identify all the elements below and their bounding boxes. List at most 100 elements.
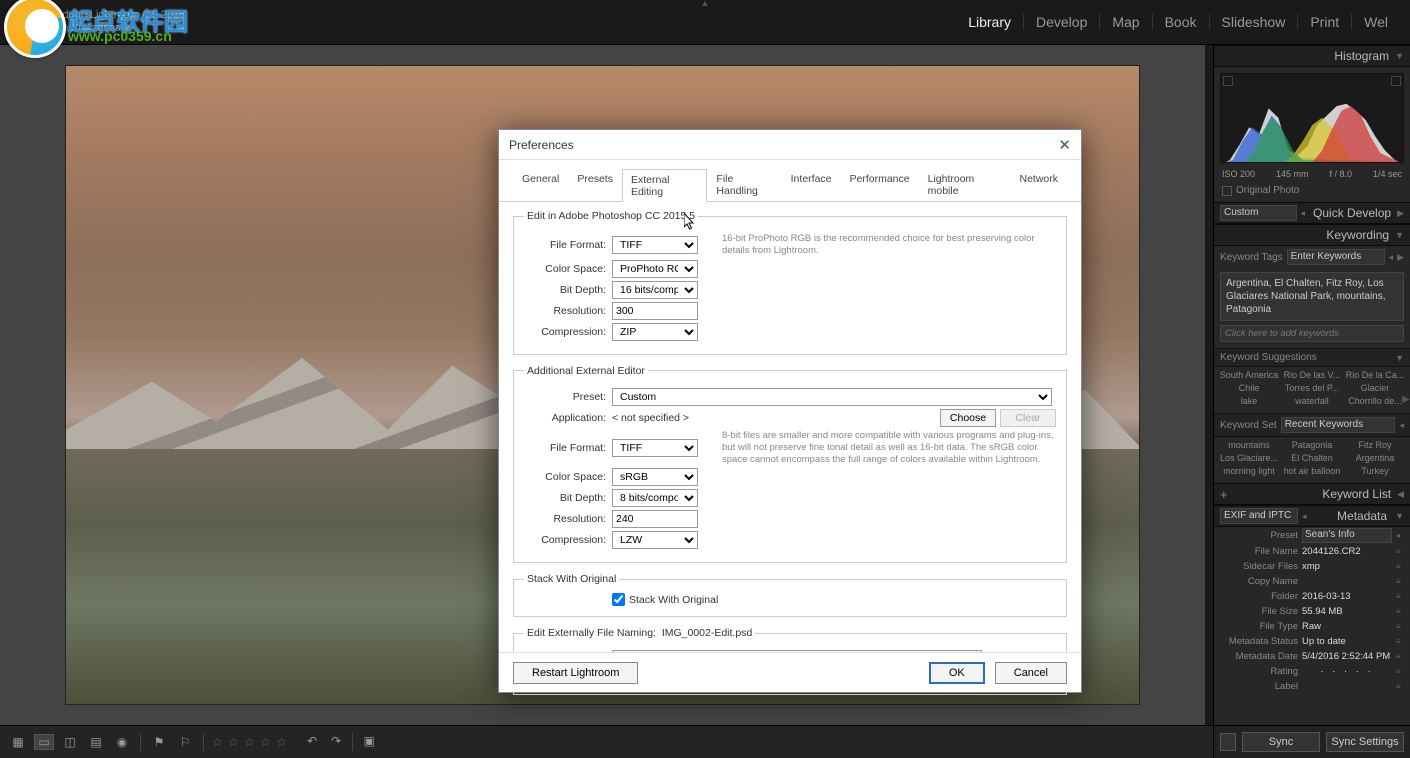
metadata-header[interactable]: EXIF and IPTC ◂ Metadata ▼ [1214,505,1410,527]
metadata-action-icon[interactable]: ≡ [1396,637,1404,646]
histogram-display[interactable] [1220,73,1404,163]
collapse-top-icon[interactable]: ▲ [685,0,725,6]
kw-suggestion[interactable]: South America [1218,369,1280,381]
tab-interface[interactable]: Interface [782,168,841,201]
color-space-select[interactable]: ProPhoto RGB [612,260,698,278]
tab-external-editing[interactable]: External Editing [622,169,707,202]
kw-set-item[interactable]: morning light [1218,465,1280,477]
metadata-value[interactable]: xmp [1302,561,1392,572]
kw-set-item[interactable]: Patagonia [1281,439,1343,451]
add-keywords-input[interactable]: Click here to add keywords [1220,325,1404,342]
kw-suggestion[interactable]: Torres del P... [1281,382,1343,394]
keywords-textarea[interactable]: Argentina, El Chalten, Fitz Roy, Los Gla… [1220,272,1404,321]
preset-select[interactable]: Custom [612,388,1052,406]
metadata-value[interactable]: 5/4/2016 2:52:44 PM [1302,651,1392,662]
close-icon[interactable]: ✕ [1058,136,1071,154]
metadata-preset-value[interactable]: Sean's Info [1302,528,1392,543]
tab-presets[interactable]: Presets [568,168,622,201]
keyword-suggestions-header[interactable]: Keyword Suggestions ▼ [1214,348,1410,367]
kw-set-item[interactable]: hot air balloon [1281,465,1343,477]
original-photo-checkbox[interactable] [1222,186,1232,196]
add-icon[interactable]: + [1220,487,1228,502]
survey-view-icon[interactable]: ▤ [86,734,106,750]
metadata-action-icon[interactable]: ≡ [1396,622,1404,631]
sync-toggle-icon[interactable] [1220,733,1236,751]
compare-view-icon[interactable]: ◫ [60,734,80,750]
original-photo-row[interactable]: Original Photo [1214,183,1410,202]
metadata-value[interactable]: 55.94 MB [1302,606,1392,617]
metadata-value[interactable]: Raw [1302,621,1392,632]
module-print[interactable]: Print [1298,14,1352,30]
file-format-select[interactable]: TIFF [612,236,698,254]
metadata-value[interactable]: Up to date [1302,636,1392,647]
module-slideshow[interactable]: Slideshow [1210,14,1299,30]
sync-button[interactable]: Sync [1242,732,1320,752]
module-map[interactable]: Map [1100,14,1152,30]
panel-header-keywording[interactable]: Keywording ▼ [1214,224,1410,246]
bit-depth-select[interactable]: 16 bits/component [612,281,698,299]
module-library[interactable]: Library [956,14,1024,30]
kw-suggestion[interactable]: waterfall [1281,395,1343,407]
metadata-value[interactable]: 2044126.CR2 [1302,546,1392,557]
metadata-action-icon[interactable]: ≡ [1396,607,1404,616]
chevron-icon[interactable]: ◂ [1389,252,1394,263]
metadata-action-icon[interactable]: ≡ [1396,592,1404,601]
file-format2-select[interactable]: TIFF [612,439,698,457]
metadata-action-icon[interactable]: ≡ [1396,547,1404,556]
quick-develop-title[interactable]: Quick Develop [1313,206,1391,220]
kw-suggestion[interactable]: Chorrillo de... [1344,395,1406,407]
metadata-value[interactable]: 2016-03-13 [1302,591,1392,602]
tab-lightroom-mobile[interactable]: Lightroom mobile [919,168,1011,201]
chevron-icon[interactable]: ▶ [1397,252,1404,263]
kw-suggestion[interactable]: Chile [1218,382,1280,394]
tab-performance[interactable]: Performance [841,168,919,201]
kw-suggestion[interactable]: Rio De la Ca... [1344,369,1406,381]
cancel-button[interactable]: Cancel [995,662,1067,684]
module-web[interactable]: Wel [1352,14,1400,30]
sync-settings-button[interactable]: Sync Settings [1326,732,1404,752]
bit-depth2-select[interactable]: 8 bits/component [612,489,698,507]
resolution-input[interactable] [612,302,698,320]
compression-select[interactable]: ZIP [612,323,698,341]
panel-header-histogram[interactable]: Histogram ▼ [1214,45,1410,67]
people-view-icon[interactable]: ◉ [112,734,132,750]
module-book[interactable]: Book [1153,14,1210,30]
panel-header-keyword-list[interactable]: + Keyword List ◀ [1214,483,1410,505]
metadata-action-icon[interactable]: ≡ [1396,562,1404,571]
loupe-view-icon[interactable]: ▭ [34,734,54,750]
metadata-action-icon[interactable]: ≡ [1396,577,1404,586]
metadata-action-icon[interactable]: ≡ [1396,652,1404,661]
kw-set-item[interactable]: mountains [1218,439,1280,451]
chevron-icon[interactable]: ◂ [1302,511,1307,522]
ok-button[interactable]: OK [929,662,985,684]
module-develop[interactable]: Develop [1024,14,1100,30]
keyword-tags-mode[interactable]: Enter Keywords [1287,249,1385,265]
tab-network[interactable]: Network [1010,168,1067,201]
kw-set-item[interactable]: Fitz Roy [1344,439,1406,451]
tab-general[interactable]: General [513,168,568,201]
chevron-icon[interactable]: ◂ [1396,531,1404,540]
choose-button[interactable]: Choose [940,409,996,427]
quick-develop-preset[interactable]: Custom [1220,205,1297,221]
color-space2-select[interactable]: sRGB [612,468,698,486]
metadata-value[interactable]: · · · · · [1302,666,1392,677]
kw-suggestion[interactable]: Glacier [1344,382,1406,394]
keyword-set-mode[interactable]: Recent Keywords [1281,417,1396,433]
kw-suggestion[interactable]: lake [1218,395,1280,407]
collapse-right-icon[interactable]: ▶ [1402,379,1410,419]
clipping-highlight-icon[interactable] [1391,76,1401,86]
rating-stars[interactable]: ☆ ☆ ☆ ☆ ☆ [212,735,288,749]
metadata-filter[interactable]: EXIF and IPTC [1220,508,1298,524]
crop-icon[interactable]: ▣ [359,733,379,749]
clipping-shadow-icon[interactable] [1223,76,1233,86]
kw-set-item[interactable]: El Chalten [1281,452,1343,464]
flag-reject-icon[interactable]: ⚐ [175,734,195,750]
tab-file-handling[interactable]: File Handling [707,168,781,201]
kw-set-item[interactable]: Turkey [1344,465,1406,477]
rotate-ccw-icon[interactable]: ↶ [302,733,322,749]
grid-view-icon[interactable]: ▦ [8,734,28,750]
kw-set-item[interactable]: Argentina [1344,452,1406,464]
rotate-cw-icon[interactable]: ↷ [326,733,346,749]
chevron-icon[interactable]: ◂ [1399,420,1404,431]
flag-pick-icon[interactable]: ⚑ [149,734,169,750]
